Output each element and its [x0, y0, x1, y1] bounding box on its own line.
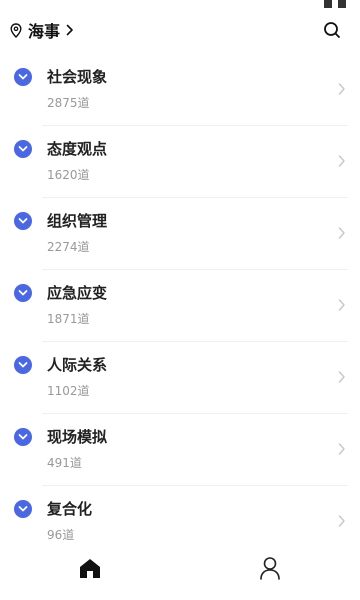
- category-list: 社会现象 2875道态度观点 1620道组织管理 2274道应急应变 1871道人际关系…: [0, 54, 360, 558]
- location-label: 海事: [28, 22, 61, 41]
- category-title: 复合化: [47, 500, 93, 518]
- chevron-right-icon: [338, 443, 345, 455]
- category-item[interactable]: 组织管理 2274道: [0, 198, 360, 270]
- category-item[interactable]: 态度观点 1620道: [0, 126, 360, 198]
- category-title: 组织管理: [47, 212, 108, 230]
- category-title: 态度观点: [47, 140, 108, 158]
- chevron-down-icon: [14, 500, 32, 518]
- category-title: 应急应变: [47, 284, 108, 302]
- category-count: 1871道: [47, 312, 90, 326]
- chevron-right-icon: [338, 299, 345, 311]
- chevron-down-icon: [14, 428, 32, 446]
- chevron-right-icon: [338, 371, 345, 383]
- category-count: 1102道: [47, 384, 90, 398]
- search-icon: [324, 22, 340, 38]
- category-count: 1620道: [47, 168, 90, 182]
- category-item[interactable]: 人际关系 1102道: [0, 342, 360, 414]
- category-count: 2875道: [47, 96, 90, 110]
- search-button[interactable]: [320, 18, 344, 42]
- chevron-right-icon: [338, 515, 345, 527]
- chevron-right-icon: [66, 23, 76, 37]
- chevron-down-icon: [14, 68, 32, 86]
- category-title: 人际关系: [47, 356, 108, 374]
- chevron-down-icon: [14, 140, 32, 158]
- chevron-down-icon: [14, 284, 32, 302]
- status-icons: [318, 0, 348, 8]
- status-bar: [0, 0, 360, 8]
- tab-profile[interactable]: [256, 554, 284, 582]
- category-item[interactable]: 社会现象 2875道: [0, 54, 360, 126]
- location-pin-icon: [10, 22, 24, 38]
- tab-home[interactable]: [76, 554, 104, 582]
- home-icon: [80, 559, 100, 578]
- chevron-right-icon: [338, 155, 345, 167]
- chevron-down-icon: [14, 212, 32, 230]
- category-count: 491道: [47, 456, 82, 470]
- chevron-right-icon: [338, 83, 345, 95]
- status-time-fragment: [8, 0, 38, 4]
- category-item[interactable]: 应急应变 1871道: [0, 270, 360, 342]
- location-selector[interactable]: 海事: [10, 18, 76, 42]
- category-item[interactable]: 现场模拟 491道: [0, 414, 360, 486]
- profile-icon: [260, 557, 280, 580]
- chevron-down-icon: [14, 356, 32, 374]
- category-title: 社会现象: [47, 68, 108, 86]
- category-title: 现场模拟: [47, 428, 108, 446]
- header: 海事: [0, 12, 360, 48]
- chevron-right-icon: [338, 227, 345, 239]
- tab-bar: [0, 540, 360, 600]
- category-count: 2274道: [47, 240, 90, 254]
